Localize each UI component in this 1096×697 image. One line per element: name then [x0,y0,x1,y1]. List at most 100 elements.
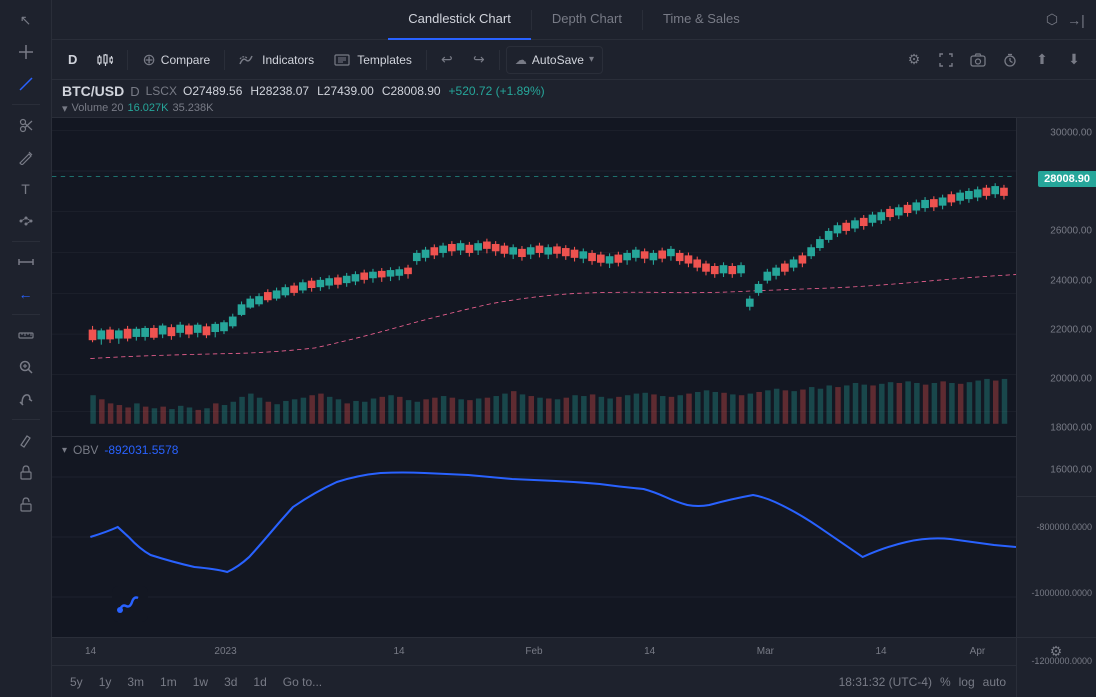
goto-button[interactable]: Go to... [275,672,330,692]
redo-button[interactable]: ↪ [465,46,493,74]
volume-val2: 35.238K [173,102,214,114]
price-change: +520.72 (+1.89%) [449,84,545,98]
ohlc-open: O27489.56 [183,84,242,98]
download-button[interactable]: ⬇ [1060,46,1088,74]
symbol-timeframe: D [130,84,139,99]
time-axis: 14 2023 14 Feb 14 Mar 14 Apr [52,637,1016,665]
chart-toolbar: D ⊕ Compare Indicators Templates ↩ ↪ ☁ A… [52,40,1096,80]
tv-logo [112,586,148,625]
tab-candlestick[interactable]: Candlestick Chart [388,0,531,40]
symbol-row2: ▾ Volume 20 16.027K 35.238K [62,99,1086,117]
pencil-tool[interactable] [10,143,42,171]
time-label-14-mar: 14 [875,646,886,657]
price-chart-svg [52,118,1016,436]
timer-button[interactable] [996,46,1024,74]
tf-1y[interactable]: 1y [91,672,120,692]
obv-label-800k: -800000.0000 [1036,522,1092,532]
toolbar-sep-2 [12,241,40,242]
trend-line-tool[interactable] [10,70,42,98]
scissors-tool[interactable] [10,111,42,139]
price-axis-main: 30000.00 28000.00 26000.00 24000.00 2200… [1017,118,1096,497]
compare-button[interactable]: ⊕ Compare [134,46,218,74]
tab-depth[interactable]: Depth Chart [532,0,642,40]
symbol-row1: BTC/USD D LSCX O27489.56 H28238.07 L2743… [62,83,1086,99]
close-panel-btn[interactable]: →| [1064,8,1088,32]
tf-3d[interactable]: 3d [216,672,245,692]
obv-value: -892031.5578 [104,443,178,457]
ohlc-values: O27489.56 H28238.07 L27439.00 C28008.90 … [183,84,545,98]
symbol-info-bar: BTC/USD D LSCX O27489.56 H28238.07 L2743… [52,80,1096,118]
time-label-feb: Feb [525,646,542,657]
toolbar-sep-4 [12,419,40,420]
symbol-name: BTC/USD [62,83,124,99]
lock-tool[interactable] [10,458,42,486]
status-time: 18:31:32 (UTC-4) [839,675,932,689]
bottom-bar: 5y 1y 3m 1m 1w 3d 1d Go to... 18:31:32 (… [52,665,1016,697]
tab-controls: ⬡ →| [1040,8,1088,32]
divider-1 [127,50,128,70]
obv-chart-area[interactable]: ▾ OBV -892031.5578 [52,437,1016,637]
measure-tool[interactable] [10,248,42,276]
auto-button[interactable]: auto [983,675,1006,689]
tf-1m[interactable]: 1m [152,672,185,692]
collapse-btn[interactable]: ⬡ [1040,8,1064,32]
tab-time-sales[interactable]: Time & Sales [643,0,760,40]
autosave-button[interactable]: ☁ AutoSave ▾ [506,46,603,74]
time-label-14-feb: 14 [644,646,655,657]
indicators-button[interactable]: Indicators [231,46,322,74]
axis-settings[interactable]: ⚙ [1016,637,1096,665]
charts-wrapper: ▾ OBV -892031.5578 [52,118,1096,697]
ohlc-low: L27439.00 [317,84,374,98]
price-chart-area[interactable] [52,118,1016,437]
log-button[interactable]: log [959,675,975,689]
pct-button[interactable]: % [940,675,951,689]
price-24000: 24000.00 [1050,275,1092,286]
divider-3 [426,50,427,70]
top-tabs: Candlestick Chart Depth Chart Time & Sal… [52,0,1096,40]
divider-2 [224,50,225,70]
obv-chevron[interactable]: ▾ [62,445,67,456]
symbol-exchange: LSCX [146,84,177,98]
left-toolbar: ↖ T ← [0,0,52,697]
undo-button[interactable]: ↩ [433,46,461,74]
chart-type-button[interactable] [89,46,121,74]
screenshot-button[interactable] [964,46,992,74]
time-label-14-oct: 14 [85,646,96,657]
zoom-tool[interactable] [10,353,42,381]
tf-1w[interactable]: 1w [185,672,216,692]
obv-title-text: OBV [73,443,98,457]
templates-button[interactable]: Templates [326,46,420,74]
price-18000: 18000.00 [1050,422,1092,433]
node-tool[interactable] [10,207,42,235]
magnet-tool[interactable] [10,385,42,413]
price-26000: 26000.00 [1050,226,1092,237]
arrow-left-tool[interactable]: ← [10,280,42,308]
fullscreen-button[interactable] [932,46,960,74]
obv-label-1000k: -1000000.0000 [1031,588,1092,598]
text-tool[interactable]: T [10,175,42,203]
price-axis-obv: -800000.0000 -1000000.0000 -1200000.0000 [1017,497,1096,697]
share-button[interactable]: ⬆ [1028,46,1056,74]
time-label-apr: Apr [970,646,986,657]
toolbar-sep-3 [12,314,40,315]
bottom-bar-right: 18:31:32 (UTC-4) % log auto [839,675,1006,689]
crosshair-tool[interactable] [10,38,42,66]
pencil2-tool[interactable] [10,426,42,454]
toolbar-sep-1 [12,104,40,105]
ruler-tool[interactable] [10,321,42,349]
timeframe-button[interactable]: D [60,46,85,74]
tf-3m[interactable]: 3m [119,672,152,692]
tf-5y[interactable]: 5y [62,672,91,692]
price-20000: 20000.00 [1050,373,1092,384]
ohlc-close: C28008.90 [382,84,441,98]
current-price-badge: 28008.90 [1038,171,1096,187]
settings-button[interactable]: ⚙ [900,46,928,74]
unlock-tool[interactable] [10,490,42,518]
time-label-mar: Mar [757,646,774,657]
tf-1d[interactable]: 1d [245,672,274,692]
time-label-14-jan: 14 [393,646,404,657]
obv-chart-svg [52,437,1016,637]
cursor-tool[interactable]: ↖ [10,6,42,34]
right-price-axis: 30000.00 28000.00 26000.00 24000.00 2200… [1016,118,1096,697]
ohlc-high: H28238.07 [250,84,309,98]
